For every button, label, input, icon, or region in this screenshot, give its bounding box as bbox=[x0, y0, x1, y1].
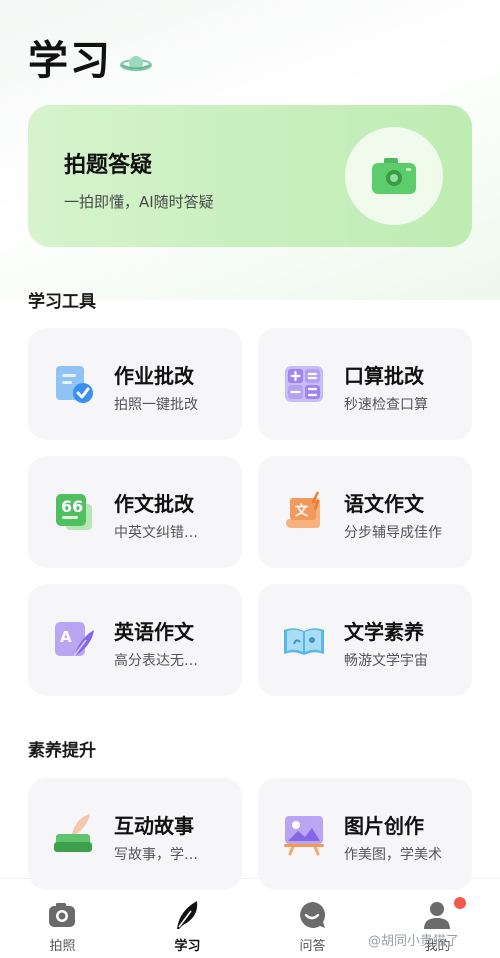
svg-text:A: A bbox=[60, 628, 72, 646]
svg-text:66: 66 bbox=[61, 497, 83, 516]
profile-icon bbox=[424, 902, 450, 929]
open-book-icon bbox=[284, 628, 324, 655]
hero-subtitle: 一拍即懂，AI随时答疑 bbox=[64, 193, 214, 211]
card-title: 语文作文 bbox=[344, 492, 424, 516]
chat-bubble-icon bbox=[300, 901, 326, 928]
hero-title: 拍题答疑 bbox=[64, 153, 153, 178]
homework-check-card[interactable]: 作业批改 拍照一键批改 bbox=[28, 328, 242, 440]
card-subtitle: 高分表达无… bbox=[114, 653, 198, 669]
card-subtitle: 畅游文学宇宙 bbox=[344, 653, 428, 669]
watermark: @胡同小贵猫了 bbox=[368, 934, 460, 949]
nav-label: 问答 bbox=[299, 939, 326, 954]
scroll-icon: 文 bbox=[286, 491, 320, 528]
nav-item-qa[interactable]: 问答 bbox=[250, 879, 375, 958]
photo-question-card[interactable]: 拍题答疑 一拍即懂，AI随时答疑 bbox=[28, 105, 472, 247]
card-subtitle: 分步辅导成佳作 bbox=[344, 525, 442, 541]
card-title: 互动故事 bbox=[114, 814, 194, 838]
nav-item-camera[interactable]: 拍照 bbox=[0, 879, 125, 958]
card-title: 英语作文 bbox=[114, 620, 194, 644]
easel-picture-icon bbox=[284, 816, 324, 856]
homework-check-icon bbox=[56, 366, 93, 403]
nav-item-study[interactable]: 学习 bbox=[125, 879, 250, 958]
essay-check-card[interactable]: 66 作文批改 中英文纠错… bbox=[28, 456, 242, 568]
inkwell-feather-icon bbox=[54, 814, 92, 852]
card-subtitle: 秒速检查口算 bbox=[344, 397, 428, 413]
feather-icon bbox=[177, 901, 198, 929]
english-quill-icon: A bbox=[55, 622, 94, 657]
english-essay-card[interactable]: A 英语作文 高分表达无… bbox=[28, 584, 242, 696]
card-title: 图片创作 bbox=[344, 814, 424, 838]
card-title: 作文批改 bbox=[114, 492, 194, 516]
camera-icon bbox=[49, 903, 75, 927]
camera-button[interactable] bbox=[345, 127, 443, 225]
essay-quote-icon: 66 bbox=[56, 494, 92, 530]
interactive-story-card[interactable]: 互动故事 写故事，学… bbox=[28, 778, 242, 890]
camera-icon bbox=[372, 158, 416, 194]
nav-label: 拍照 bbox=[49, 939, 76, 954]
card-subtitle: 拍照一键批改 bbox=[114, 397, 198, 413]
page-title: 学习 bbox=[28, 37, 112, 84]
card-subtitle: 作美图，学美术 bbox=[344, 847, 442, 863]
nav-label: 学习 bbox=[174, 939, 201, 954]
picture-creation-card[interactable]: 图片创作 作美图，学美术 bbox=[258, 778, 472, 890]
notification-badge bbox=[454, 897, 466, 909]
literacy-section-title: 素养提升 bbox=[28, 741, 96, 761]
card-subtitle: 中英文纠错… bbox=[114, 525, 198, 541]
card-title: 作业批改 bbox=[114, 364, 194, 388]
card-title: 口算批改 bbox=[344, 364, 424, 388]
chinese-essay-card[interactable]: 文 语文作文 分步辅导成佳作 bbox=[258, 456, 472, 568]
literary-literacy-card[interactable]: 文学素养 畅游文学宇宙 bbox=[258, 584, 472, 696]
card-title: 文学素养 bbox=[344, 620, 424, 644]
svg-text:文: 文 bbox=[295, 503, 309, 519]
tools-section-title: 学习工具 bbox=[28, 292, 96, 312]
mental-math-check-card[interactable]: 口算批改 秒速检查口算 bbox=[258, 328, 472, 440]
calculator-icon bbox=[285, 366, 323, 402]
card-subtitle: 写故事，学… bbox=[114, 847, 198, 863]
planet-icon bbox=[120, 56, 152, 71]
